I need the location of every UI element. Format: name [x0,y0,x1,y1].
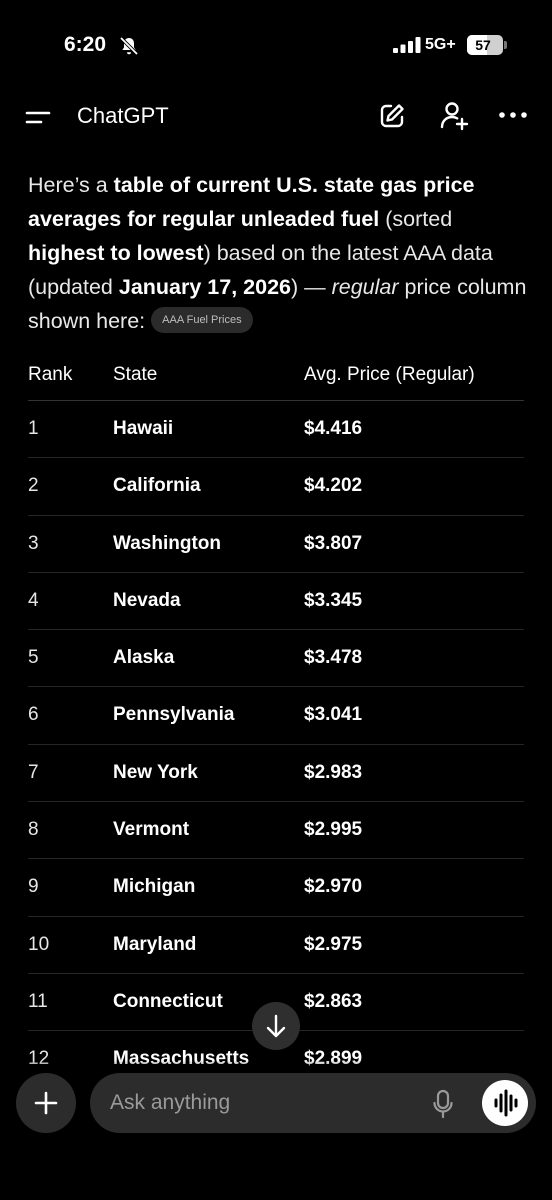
source-chip[interactable]: AAA Fuel Prices [151,307,253,334]
rank-cell: 10 [28,933,50,955]
rank-cell: 3 [28,532,39,554]
gas-price-table: Rank State Avg. Price (Regular) 1 Hawaii $… [28,348,524,1088]
scroll-to-bottom-button[interactable] [252,1002,300,1050]
state-cell: Michigan [113,876,196,898]
status-time: 6:20 [64,33,107,56]
battery-icon: 57 [467,35,503,55]
state-cell: Hawaii [113,418,174,439]
battery-percentage: 57 [475,37,491,53]
intro-bold-2: highest to lowest [28,241,204,265]
price-cell: $2.970 [304,876,363,898]
price-cell: $4.416 [304,418,363,439]
price-cell: $2.863 [304,990,363,1012]
price-cell: $3.807 [304,532,363,554]
table-row: 2 California $4.202 [28,458,524,516]
top-nav: ChatGPT [0,92,552,142]
arrow-down-icon [266,1014,286,1038]
table-row: 7 New York $2.983 [28,745,524,803]
rank-cell: 2 [28,475,39,497]
state-cell: Alaska [113,647,175,669]
composer-bar: Ask anything [0,1060,552,1200]
table-row: 4 Nevada $3.345 [28,573,524,631]
intro-italic-1: regular [331,275,399,299]
new-chat-icon[interactable] [378,102,406,130]
intro-text-2: (sorted [379,207,453,231]
rank-cell: 6 [28,704,39,726]
state-cell: Vermont [113,819,190,841]
app-title[interactable]: ChatGPT [77,103,169,129]
price-cell: $4.202 [304,475,363,497]
price-cell: $3.345 [304,589,363,611]
table-row: 9 Michigan $2.970 [28,859,524,917]
intro-text-1: Here’s a [28,173,114,197]
state-cell: New York [113,761,198,783]
microphone-icon[interactable] [432,1089,454,1119]
menu-icon[interactable] [24,107,52,127]
intro-text-4: ) — [291,275,332,299]
network-label: 5G+ [425,36,456,53]
state-cell: Nevada [113,589,181,611]
signal-icon [393,37,421,53]
rank-cell: 8 [28,819,39,841]
voice-mode-button[interactable] [482,1080,528,1126]
waveform-icon [494,1089,518,1117]
state-cell: Washington [113,532,221,554]
table-header: Rank State Avg. Price (Regular) [28,348,524,401]
battery-tip [504,41,507,49]
status-bar: 6:20 5G+ 57 [0,0,552,92]
price-cell: $2.975 [304,933,363,955]
state-cell: Connecticut [113,990,223,1012]
bell-slash-icon [119,36,139,56]
table-row: 1 Hawaii $4.416 [28,401,524,459]
add-person-icon[interactable] [438,100,470,132]
input-placeholder: Ask anything [110,1091,231,1114]
price-cell: $2.995 [304,819,363,841]
more-options-icon[interactable] [498,110,528,120]
rank-cell: 9 [28,876,39,898]
table-row: 10 Maryland $2.975 [28,917,524,974]
rank-cell: 5 [28,647,39,669]
state-cell: California [113,475,201,497]
table-row: 8 Vermont $2.995 [28,802,524,860]
price-cell: $3.041 [304,704,363,726]
header-rank: Rank [28,364,73,385]
header-price: Avg. Price (Regular) [304,364,475,385]
rank-cell: 1 [28,418,39,439]
state-cell: Maryland [113,933,197,955]
state-cell: Pennsylvania [113,704,235,726]
message-input[interactable]: Ask anything [90,1073,536,1133]
table-row: 3 Washington $3.807 [28,516,524,573]
rank-cell: 7 [28,761,39,783]
header-state: State [113,364,158,385]
assistant-message-intro: Here’s a table of current U.S. state gas… [28,168,528,338]
table-row: 6 Pennsylvania $3.041 [28,687,524,745]
rank-cell: 4 [28,589,39,611]
plus-icon [34,1091,58,1115]
price-cell: $3.478 [304,647,363,669]
price-cell: $2.983 [304,761,363,783]
intro-bold-3: January 17, 2026 [118,275,291,299]
rank-cell: 11 [28,990,48,1012]
table-row: 5 Alaska $3.478 [28,630,524,688]
attach-button[interactable] [16,1073,76,1133]
